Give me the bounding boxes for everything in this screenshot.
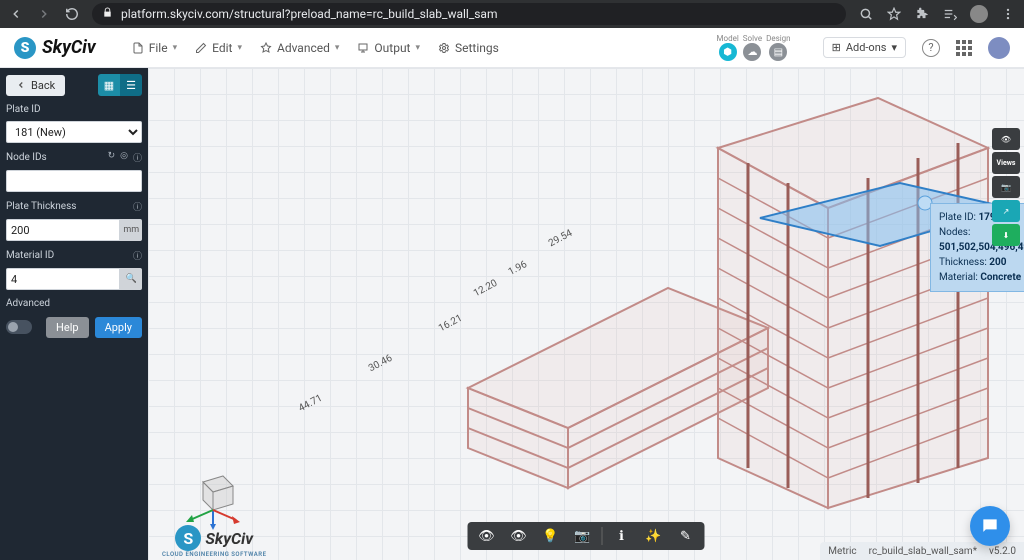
table-view-icon[interactable]: ☰	[120, 74, 142, 96]
user-avatar[interactable]	[988, 37, 1010, 59]
apply-button[interactable]: Apply	[95, 317, 142, 338]
menu-settings[interactable]: Settings	[438, 41, 499, 55]
chat-bubble-icon[interactable]	[970, 506, 1010, 546]
app-logo: S SkyCiv	[14, 37, 96, 59]
addons-dropdown[interactable]: ⊞Add-ons▾	[823, 37, 906, 58]
stage-solve[interactable]: ☁	[743, 43, 761, 61]
menu-edit[interactable]: Edit▾	[195, 41, 242, 55]
thickness-input[interactable]	[6, 219, 120, 241]
thickness-unit: mm	[120, 219, 142, 241]
url-text: platform.skyciv.com/structural?preload_n…	[121, 7, 497, 21]
units-label[interactable]: Metric	[828, 546, 856, 557]
refresh-mini-icon[interactable]: ↻	[108, 151, 116, 164]
address-bar[interactable]: platform.skyciv.com/structural?preload_n…	[92, 3, 846, 25]
eye-view-icon[interactable]: 👁	[992, 128, 1020, 150]
help-button[interactable]: Help	[46, 317, 89, 338]
plate-id-select[interactable]: 181 (New)	[6, 121, 142, 143]
back-button[interactable]: Back	[6, 75, 65, 96]
menu-output[interactable]: Output▾	[357, 41, 420, 55]
export-icon[interactable]: ⬇	[992, 224, 1020, 246]
help-icon[interactable]: ?	[922, 39, 940, 57]
logo-mark-icon: S	[14, 37, 36, 59]
orientation-gizmo[interactable]	[178, 462, 248, 532]
info-mini-icon[interactable]: ⓘ	[133, 249, 142, 262]
brand-text: SkyCiv	[42, 37, 96, 58]
back-nav-icon[interactable]	[8, 6, 24, 22]
plate-id-label: Plate ID	[6, 102, 142, 115]
thickness-label: Plate Thicknessⓘ	[6, 198, 142, 213]
menu-advanced[interactable]: Advanced▾	[260, 41, 339, 55]
watermark-logo: S SkyCiv CLOUD ENGINEERING SOFTWARE	[162, 525, 267, 558]
apps-grid-icon[interactable]	[956, 40, 972, 56]
viewport-toolbar: 👁‍ 👁 💡 📷 ℹ ✨ ✎	[468, 522, 705, 550]
forward-nav-icon[interactable]	[36, 6, 52, 22]
kebab-icon[interactable]	[1000, 6, 1016, 22]
views-button[interactable]: Views	[992, 152, 1020, 174]
stage-model[interactable]: ⬢	[719, 43, 737, 61]
info-mini-icon[interactable]: ⓘ	[133, 151, 142, 164]
card-view-icon[interactable]: ▦	[98, 74, 120, 96]
reload-icon[interactable]	[64, 6, 80, 22]
node-ids-label: Node IDs ↻◎ⓘ	[6, 149, 142, 164]
file-name[interactable]: rc_build_slab_wall_sam*	[869, 546, 977, 557]
grid-dim: 44.71	[297, 393, 324, 415]
lock-icon	[102, 7, 113, 21]
stage-design[interactable]: ▤	[769, 43, 787, 61]
snapshot-icon[interactable]: 📷	[992, 176, 1020, 198]
grid-dim: 30.46	[367, 353, 394, 375]
advanced-label: Advanced	[6, 296, 142, 309]
model-building	[448, 88, 1024, 528]
search-icon[interactable]	[858, 6, 874, 22]
info-mini-icon[interactable]: ⓘ	[133, 200, 142, 213]
viewport-3d[interactable]: Plate ID: 179 Nodes: 501,502,504,496,497…	[148, 68, 1024, 560]
material-search-icon[interactable]: 🔍	[120, 268, 142, 290]
visibility-tool-icon[interactable]: 👁‍	[472, 525, 502, 547]
right-toolbar: 👁 Views 📷 ↗ ⬇	[992, 128, 1020, 246]
material-input[interactable]	[6, 268, 120, 290]
version-label: v5.2.0	[989, 546, 1016, 557]
material-label: Material IDⓘ	[6, 247, 142, 262]
playlist-icon[interactable]	[942, 6, 958, 22]
panel-view-toggle[interactable]: ▦ ☰	[98, 74, 142, 96]
profile-avatar-browser[interactable]	[970, 5, 988, 23]
advanced-toggle[interactable]	[6, 320, 32, 334]
info-tool-icon[interactable]: ℹ	[607, 525, 637, 547]
target-mini-icon[interactable]: ◎	[120, 151, 128, 164]
star-icon[interactable]	[886, 6, 902, 22]
menu-file[interactable]: File▾	[132, 41, 177, 55]
bulb-tool-icon[interactable]: 💡	[536, 525, 566, 547]
extensions-icon[interactable]	[914, 6, 930, 22]
node-ids-input[interactable]	[6, 170, 142, 192]
share-icon[interactable]: ↗	[992, 200, 1020, 222]
solver-pipeline: Model⬢ Solve☁ Design▤	[717, 34, 791, 61]
eye-tool-icon[interactable]: 👁	[504, 525, 534, 547]
properties-panel: Back ▦ ☰ Plate ID 181 (New) Node IDs ↻◎ⓘ…	[0, 68, 148, 560]
pencil-tool-icon[interactable]: ✎	[671, 525, 701, 547]
wand-tool-icon[interactable]: ✨	[639, 525, 669, 547]
camera-tool-icon[interactable]: 📷	[568, 525, 598, 547]
